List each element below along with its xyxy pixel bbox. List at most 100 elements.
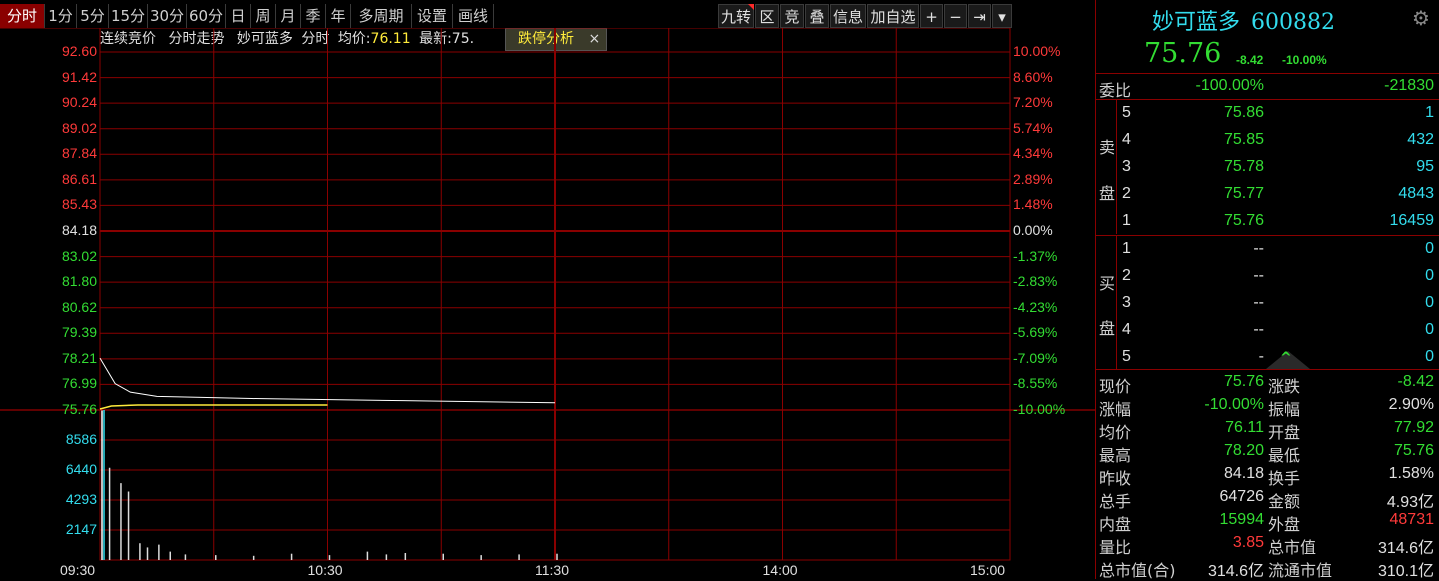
bids-volume: 0 <box>1425 294 1434 311</box>
bids-level: 3 <box>1122 294 1131 311</box>
price-tick-label: 81.80 <box>61 273 97 290</box>
current-price: 75.76 <box>1144 38 1222 69</box>
buy-label: 买 <box>1099 274 1116 293</box>
stat-label: 换手 <box>1268 469 1301 488</box>
weibi-label: 委比 <box>1099 81 1132 100</box>
stat-value: 84.18 <box>1223 465 1264 482</box>
period-tab[interactable]: 季 <box>301 4 326 28</box>
asks-price[interactable]: 75.85 <box>1186 131 1264 149</box>
period-tab[interactable]: 周 <box>251 4 276 28</box>
price-change: -8.42 <box>1236 53 1264 67</box>
period-tab[interactable]: 5分 <box>77 4 109 28</box>
price-tick-label: 87.84 <box>61 145 97 162</box>
overlay-button[interactable]: 叠 <box>805 4 829 28</box>
stat-value: 15994 <box>1219 511 1265 528</box>
bids-level: 4 <box>1122 321 1131 338</box>
stat-value: 1.58% <box>1388 465 1434 482</box>
stat-value: 77.92 <box>1393 419 1434 436</box>
period-tab[interactable]: 多周期 <box>351 4 412 28</box>
stat-label: 内盘 <box>1099 515 1132 534</box>
period-tab[interactable]: 设置 <box>412 4 453 28</box>
pct-tick-label: 0.00% <box>1013 222 1053 238</box>
bids-price[interactable]: -- <box>1186 240 1264 258</box>
chevron-up-icon[interactable]: ^ <box>1280 350 1292 366</box>
price-tick-label: 91.42 <box>61 68 97 85</box>
period-tab[interactable]: 60分 <box>187 4 226 28</box>
stat-label: 开盘 <box>1268 423 1301 442</box>
chart-canvas[interactable] <box>0 28 1095 579</box>
bids-level: 2 <box>1122 267 1131 284</box>
buy-label: 盘 <box>1099 319 1116 338</box>
intraday-chart[interactable] <box>0 28 1095 579</box>
asks-volume: 1 <box>1425 104 1434 121</box>
period-tab[interactable]: 月 <box>276 4 301 28</box>
divider <box>1116 236 1117 370</box>
info-button[interactable]: 信息 <box>830 4 866 28</box>
period-tab[interactable]: 日 <box>226 4 251 28</box>
divider <box>1096 235 1439 236</box>
period-tab[interactable]: 画线 <box>453 4 494 28</box>
asks-price[interactable]: 75.77 <box>1186 185 1264 203</box>
stat-label: 均价 <box>1099 423 1132 442</box>
bids-price[interactable]: -- <box>1186 267 1264 285</box>
period-tab[interactable]: 分时 <box>0 4 45 28</box>
asks-price[interactable]: 75.86 <box>1186 104 1264 122</box>
stat-label: 涨幅 <box>1099 400 1132 419</box>
stat-label: 总市值(合) <box>1099 561 1176 580</box>
bids-price[interactable]: -- <box>1186 321 1264 339</box>
period-tab[interactable]: 15分 <box>109 4 148 28</box>
asks-price[interactable]: 75.78 <box>1186 158 1264 176</box>
price-tick-label: 76.99 <box>61 375 97 392</box>
plus-icon[interactable]: + <box>920 4 943 28</box>
stat-label: 外盘 <box>1268 515 1301 534</box>
stat-value: 75.76 <box>1223 373 1264 390</box>
stat-label: 流通市值 <box>1268 561 1333 580</box>
asks-volume: 95 <box>1416 158 1434 175</box>
dropdown-icon[interactable]: ▾ <box>992 4 1012 28</box>
gear-icon[interactable]: ⚙ <box>1412 6 1430 30</box>
bids-level: 5 <box>1122 348 1131 365</box>
bids-volume: 0 <box>1425 348 1434 365</box>
volume-tick-label: 4293 <box>65 491 97 507</box>
volume-tick-label: 6440 <box>65 461 97 477</box>
pct-tick-label: 8.60% <box>1013 68 1053 85</box>
bids-price[interactable]: -- <box>1186 294 1264 312</box>
pct-tick-label: 5.74% <box>1013 119 1053 136</box>
asks-volume: 4843 <box>1398 185 1434 202</box>
stat-label: 振幅 <box>1268 400 1301 419</box>
stat-value: -10.00% <box>1204 396 1264 413</box>
stat-value: 314.6亿 <box>1207 563 1264 580</box>
sell-label: 盘 <box>1099 184 1116 203</box>
volume-tick-label: 8586 <box>65 431 97 447</box>
price-tick-label: 90.24 <box>61 94 97 111</box>
period-tab[interactable]: 1分 <box>45 4 77 28</box>
pct-tick-label: -5.69% <box>1013 324 1058 341</box>
volume-tick-label: 2147 <box>65 521 97 537</box>
divider <box>1116 100 1117 234</box>
auction-button[interactable]: 竞 <box>780 4 804 28</box>
bids-price[interactable]: - <box>1186 348 1264 366</box>
divider <box>1096 73 1439 74</box>
zone-button[interactable]: 区 <box>755 4 779 28</box>
add-watchlist-button[interactable]: 加自选 <box>867 4 919 28</box>
weibi-pct: -100.00% <box>1195 77 1265 94</box>
period-tab[interactable]: 30分 <box>148 4 187 28</box>
stat-label: 现价 <box>1099 377 1132 396</box>
asks-level: 5 <box>1122 104 1131 121</box>
sell-label: 卖 <box>1099 138 1116 157</box>
pct-tick-label: -4.23% <box>1013 298 1058 315</box>
stat-value: 64726 <box>1219 488 1265 505</box>
asks-price[interactable]: 75.76 <box>1186 212 1264 230</box>
bids-volume: 0 <box>1425 240 1434 257</box>
pct-tick-label: -8.55% <box>1013 375 1058 392</box>
asks-volume: 16459 <box>1389 212 1435 229</box>
asks-volume: 432 <box>1407 131 1434 148</box>
time-tick-label: 15:00 <box>970 562 1006 578</box>
price-tick-label: 92.60 <box>61 43 97 59</box>
bids-volume: 0 <box>1425 321 1434 338</box>
bids-level: 1 <box>1122 240 1131 257</box>
period-tab[interactable]: 年 <box>326 4 351 28</box>
jump-end-icon[interactable]: ⇥ <box>968 4 991 28</box>
price-tick-label: 78.21 <box>61 349 97 366</box>
minus-icon[interactable]: − <box>944 4 967 28</box>
